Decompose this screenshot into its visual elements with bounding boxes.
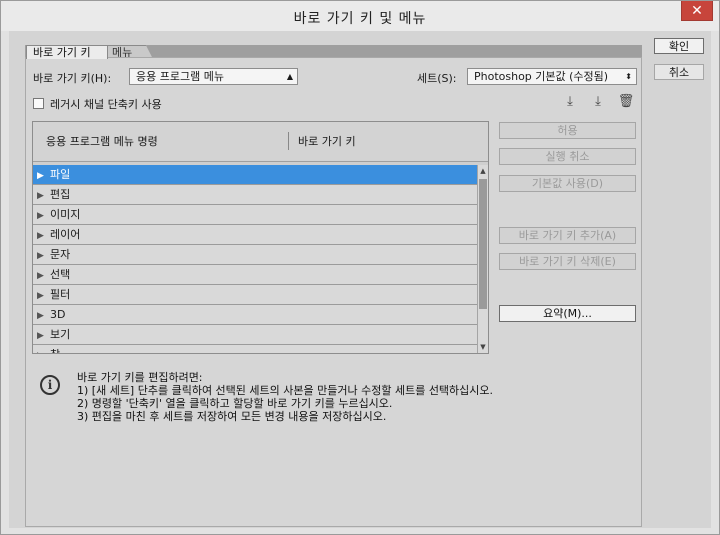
expand-triangle-icon[interactable]: ▶ xyxy=(37,267,50,286)
table-row[interactable]: ▶ 3D xyxy=(33,305,477,325)
scroll-down-icon[interactable]: ▼ xyxy=(478,342,488,352)
info-icon: i xyxy=(40,375,60,395)
column-divider xyxy=(288,132,289,150)
title-bar: 바로 가기 키 및 메뉴 ✕ xyxy=(1,1,719,31)
table-row[interactable]: ▶ 파일 xyxy=(33,165,477,185)
tab-keyboard-shortcuts[interactable]: 바로 가기 키 xyxy=(26,45,108,59)
scroll-up-icon[interactable]: ▲ xyxy=(478,166,488,176)
add-shortcut-button[interactable]: 바로 가기 키 추가(A) xyxy=(499,227,636,244)
table-rows: ▶파일 ▶편집 ▶이미지 ▶레이어 ▶문자 ▶선택 ▶필터 ▶3D ▶보기 ▶창 xyxy=(33,165,477,353)
delete-shortcut-button[interactable]: 바로 가기 키 삭제(E) xyxy=(499,253,636,270)
shortcuts-for-label: 바로 가기 키(H): xyxy=(33,72,112,85)
row-label: 편집 xyxy=(50,188,71,201)
table-scrollbar[interactable]: ▲ ▼ xyxy=(477,165,488,353)
cancel-button[interactable]: 취소 xyxy=(654,64,704,80)
info-line-3: 3) 편집을 마친 후 세트를 저장하여 모든 변경 내용을 저장하십시오. xyxy=(77,410,387,423)
row-label: 이미지 xyxy=(50,208,81,221)
column-header-shortcut[interactable]: 바로 가기 키 xyxy=(298,133,356,149)
expand-triangle-icon[interactable]: ▶ xyxy=(37,227,50,246)
table-row[interactable]: ▶ 필터 xyxy=(33,285,477,305)
expand-triangle-icon[interactable]: ▶ xyxy=(37,207,50,226)
row-label: 3D xyxy=(50,308,66,321)
row-label: 레이어 xyxy=(50,228,81,241)
table-row[interactable]: ▶ 보기 xyxy=(33,325,477,345)
save-as-set-icon[interactable]: ⤓ xyxy=(589,94,607,110)
updown-arrow-icon: ▲ xyxy=(286,72,293,81)
table-row[interactable]: ▶ 문자 xyxy=(33,245,477,265)
accept-button[interactable]: 허용 xyxy=(499,122,636,139)
table-row[interactable]: ▶창 xyxy=(33,345,477,353)
table-row[interactable]: ▶ 선택 xyxy=(33,265,477,285)
row-label: 선택 xyxy=(50,268,71,281)
legacy-channel-checkbox[interactable] xyxy=(33,98,44,109)
shortcuts-for-select[interactable]: 응용 프로그램 메뉴 ▲ xyxy=(129,68,298,85)
set-label: 세트(S): xyxy=(417,72,457,85)
table-row[interactable]: ▶ 이미지 xyxy=(33,205,477,225)
summarize-button[interactable]: 요약(M)... xyxy=(499,305,636,322)
expand-triangle-icon[interactable]: ▶ xyxy=(37,347,50,353)
expand-triangle-icon[interactable]: ▶ xyxy=(37,187,50,206)
delete-set-icon[interactable]: 🗑 xyxy=(617,94,635,110)
row-label: 파일 xyxy=(50,168,71,181)
shortcuts-dialog: 바로 가기 키 및 메뉴 ✕ 메뉴 바로 가기 키 바로 가기 키(H): 응용… xyxy=(0,0,720,535)
close-button[interactable]: ✕ xyxy=(681,1,713,21)
save-set-icon[interactable]: ⤓ xyxy=(561,94,579,110)
set-select[interactable]: Photoshop 기본값 (수정됨) ⬍ xyxy=(467,68,637,85)
table-row[interactable]: ▶ 편집 xyxy=(33,185,477,205)
set-value: Photoshop 기본값 (수정됨) xyxy=(474,70,609,83)
updown-arrow-icon: ⬍ xyxy=(625,72,632,81)
row-label: 보기 xyxy=(50,328,71,341)
ok-button[interactable]: 확인 xyxy=(654,38,704,54)
expand-triangle-icon[interactable]: ▶ xyxy=(37,247,50,266)
expand-triangle-icon[interactable]: ▶ xyxy=(37,307,50,326)
shortcuts-for-value: 응용 프로그램 메뉴 xyxy=(136,70,224,83)
shortcuts-table: 응용 프로그램 메뉴 명령 바로 가기 키 ▶ 파일 ▶ 편집 ▶ 이미지 ▶ 레이어 … xyxy=(32,121,489,354)
row-label: 창 xyxy=(50,348,60,353)
use-default-button[interactable]: 기본값 사용(D) xyxy=(499,175,636,192)
undo-button[interactable]: 실행 취소 xyxy=(499,148,636,165)
table-row[interactable]: ▶ 레이어 xyxy=(33,225,477,245)
row-label: 문자 xyxy=(50,248,71,261)
column-header-command[interactable]: 응용 프로그램 메뉴 명령 xyxy=(46,133,158,149)
table-header: 응용 프로그램 메뉴 명령 바로 가기 키 xyxy=(33,122,488,162)
row-label: 필터 xyxy=(50,288,71,301)
expand-triangle-icon[interactable]: ▶ xyxy=(37,327,50,346)
scrollbar-thumb[interactable] xyxy=(479,179,487,309)
dialog-body: 메뉴 바로 가기 키 바로 가기 키(H): 응용 프로그램 메뉴 ▲ 세트(S… xyxy=(9,31,711,528)
expand-triangle-icon[interactable]: ▶ xyxy=(37,167,50,186)
window-title: 바로 가기 키 및 메뉴 xyxy=(293,11,427,27)
expand-triangle-icon[interactable]: ▶ xyxy=(37,287,50,306)
legacy-channel-label: 레거시 채널 단축키 사용 xyxy=(50,98,162,111)
